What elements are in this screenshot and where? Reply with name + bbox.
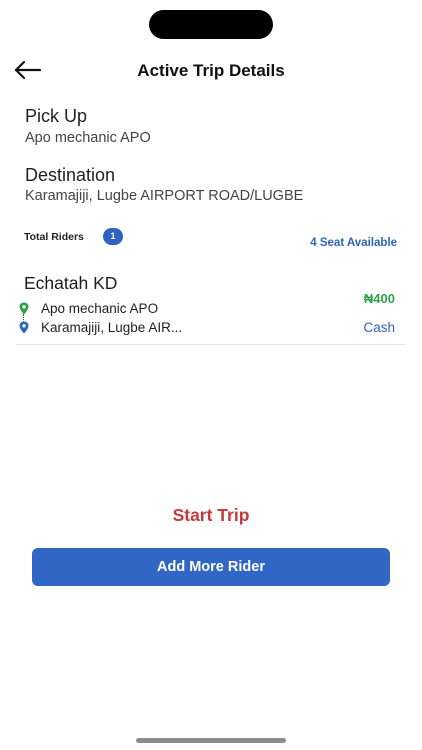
blue-location-pin-icon bbox=[19, 321, 29, 339]
device-notch bbox=[149, 10, 273, 39]
destination-label: Destination bbox=[25, 165, 116, 185]
rider-name: Echatah KD bbox=[24, 273, 118, 293]
header: Active Trip Details bbox=[0, 52, 422, 92]
page-title: Active Trip Details bbox=[137, 61, 285, 80]
rider-payment-method: Cash bbox=[363, 320, 395, 335]
pickup-label: Pick Up bbox=[25, 106, 88, 126]
rider-dropoff-location: Karamajiji, Lugbe AIR... bbox=[41, 320, 183, 335]
seats-available-text: 4 Seat Available bbox=[310, 237, 397, 249]
rider-card[interactable]: Echatah KD ₦400 Apo mechanic APO Karamaj… bbox=[16, 268, 406, 345]
total-riders-row: Total Riders 1 4 Seat Available bbox=[24, 228, 404, 258]
rider-pickup-location: Apo mechanic APO bbox=[41, 301, 159, 316]
pickup-value: Apo mechanic APO bbox=[25, 130, 151, 146]
rider-fare: ₦400 bbox=[363, 291, 395, 306]
green-location-pin-icon bbox=[19, 302, 29, 320]
start-trip-button[interactable]: Start Trip bbox=[0, 505, 422, 526]
total-riders-count-badge: 1 bbox=[103, 228, 123, 245]
add-more-rider-button[interactable]: Add More Rider bbox=[32, 548, 390, 586]
destination-value: Karamajiji, Lugbe AIRPORT ROAD/LUGBE bbox=[25, 188, 304, 204]
home-indicator[interactable] bbox=[136, 738, 286, 743]
total-riders-label: Total Riders bbox=[24, 231, 84, 243]
